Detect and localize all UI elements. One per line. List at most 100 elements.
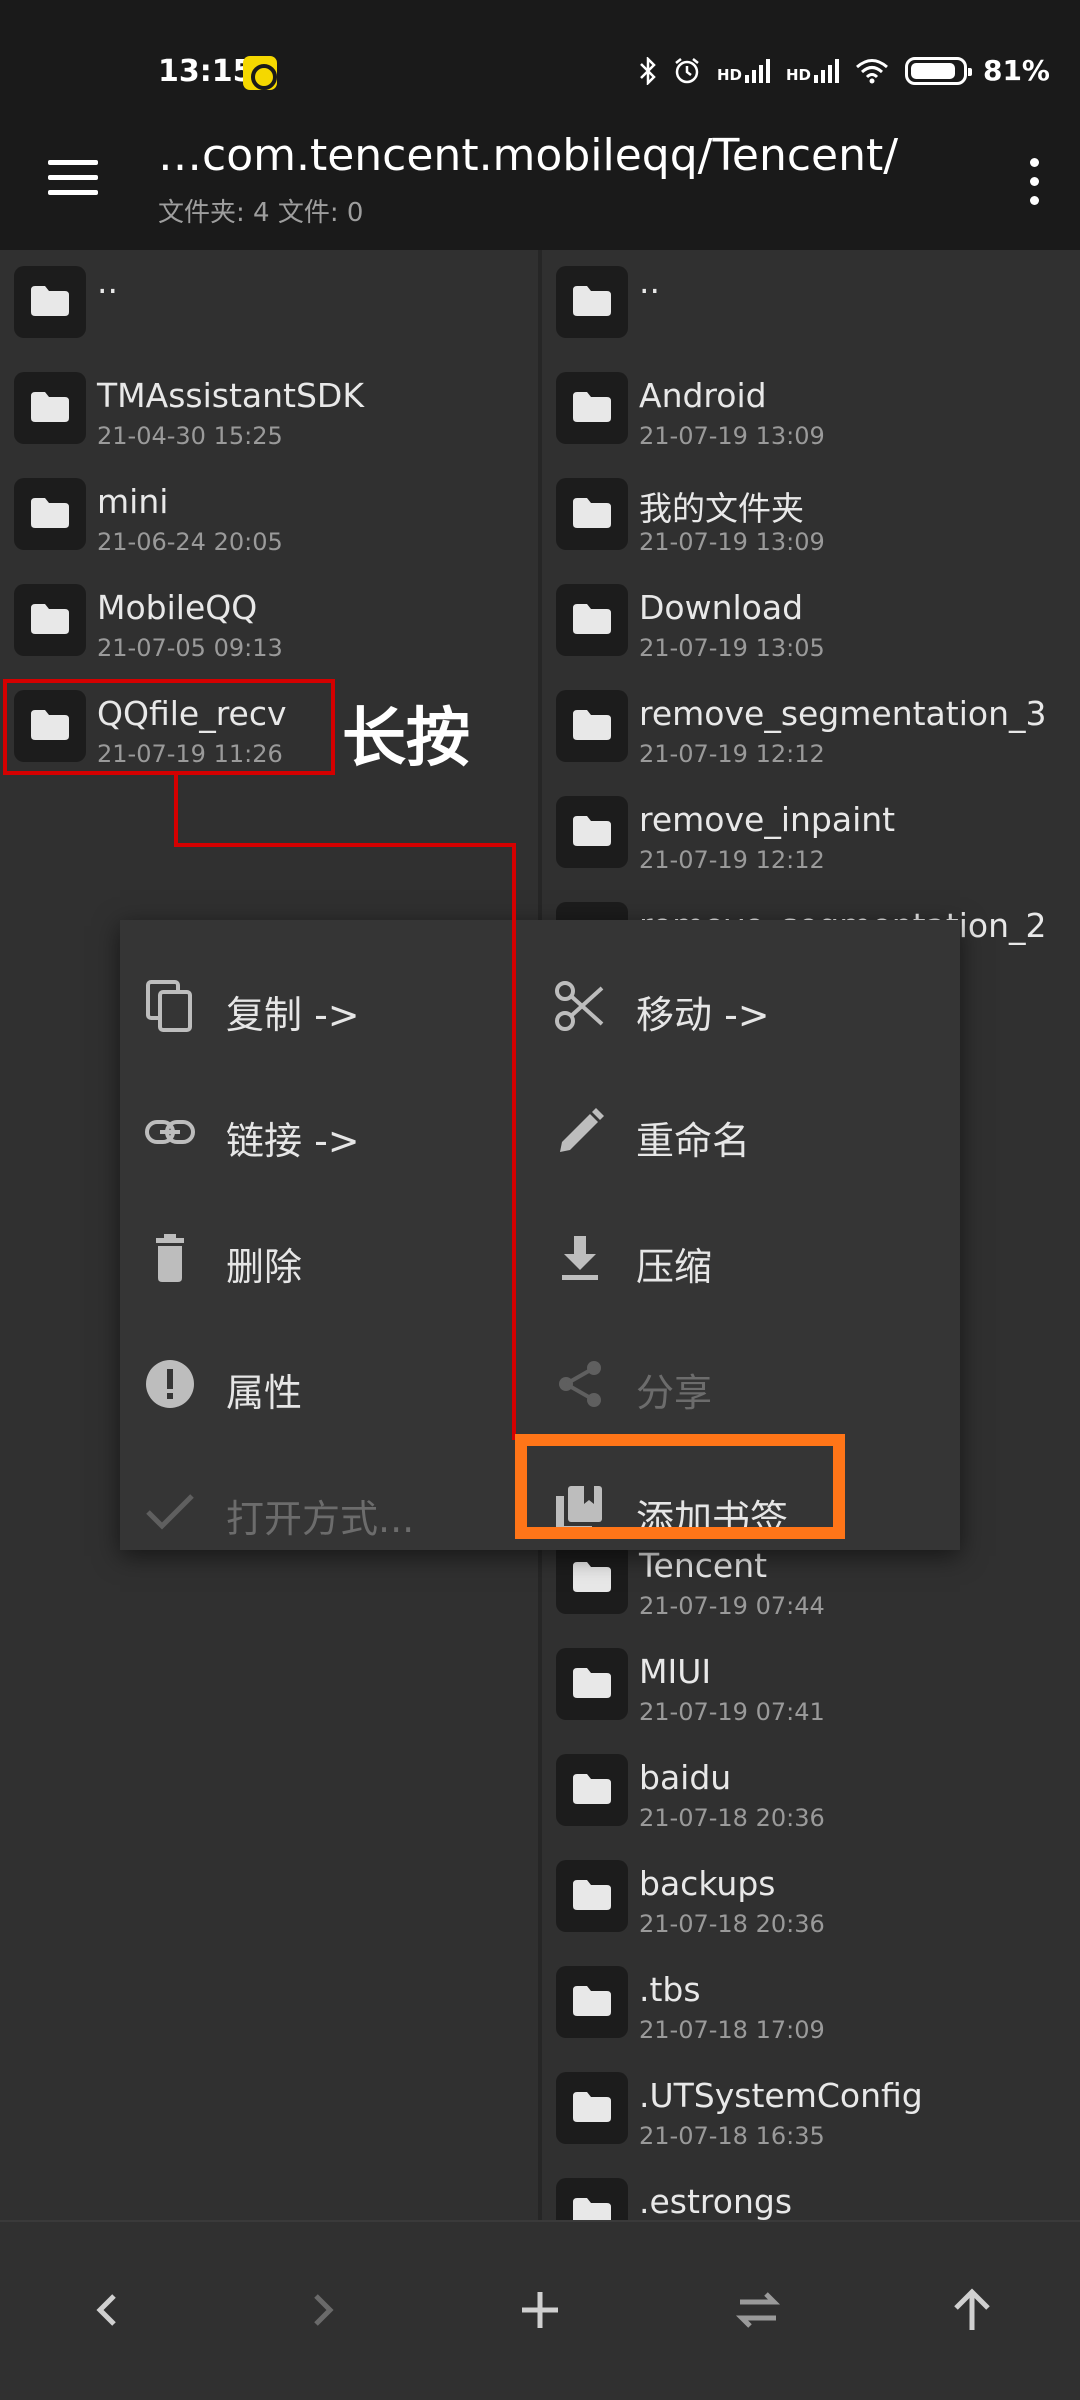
more-options-icon[interactable] [1024, 152, 1044, 212]
current-path[interactable]: …com.tencent.mobileqq/Tencent/ [158, 130, 898, 181]
open-with-menu-item[interactable]: 打开方式... [120, 1454, 520, 1564]
file-name: baidu [639, 1758, 732, 1797]
list-item[interactable]: mini 21-06-24 20:05 [0, 462, 538, 562]
add-bookmark-highlight [515, 1434, 845, 1539]
file-name: MIUI [639, 1652, 712, 1691]
file-date: 21-07-19 12:12 [639, 846, 825, 874]
file-date: 21-07-19 12:12 [639, 740, 825, 768]
file-name: .estrongs [639, 2182, 793, 2220]
annotation-line [512, 843, 516, 1440]
list-item[interactable]: 我的文件夹 21-07-19 13:09 [542, 462, 1080, 562]
hd-label: HD [785, 65, 811, 84]
list-item[interactable]: Android 21-07-19 13:09 [542, 356, 1080, 456]
folder-icon [556, 372, 628, 444]
file-name: mini [97, 482, 169, 521]
file-date: 21-06-24 20:05 [97, 528, 283, 556]
file-name: 我的文件夹 [639, 489, 804, 528]
signal-icon [813, 58, 839, 83]
long-press-label: 长按 [342, 702, 470, 776]
folder-icon [556, 796, 628, 868]
list-item[interactable]: .. [542, 250, 1080, 350]
share-label: 分享 [636, 1371, 713, 1415]
file-name: TMAssistantSDK [97, 376, 364, 415]
file-date: 21-07-18 17:09 [639, 2016, 825, 2044]
folder-icon [14, 478, 86, 550]
share-menu-item[interactable]: 分享 [530, 1328, 930, 1438]
status-time: 13:15 [158, 54, 254, 89]
folder-icon [556, 1754, 628, 1826]
folder-icon [556, 478, 628, 550]
annotation-line [174, 775, 178, 847]
scissors-icon [555, 981, 604, 1031]
properties-label: 属性 [226, 1371, 303, 1415]
file-name: MobileQQ [97, 588, 258, 627]
folder-icon [556, 266, 628, 338]
delete-menu-item[interactable]: 删除 [120, 1202, 520, 1312]
file-date: 21-07-18 16:35 [639, 2122, 825, 2150]
folder-icon [556, 1966, 628, 2038]
folder-icon [556, 584, 628, 656]
list-item[interactable]: .tbs 21-07-18 17:09 [542, 1950, 1080, 2050]
list-item[interactable]: remove_segmentation_3 21-07-19 12:12 [542, 674, 1080, 774]
file-name: backups [639, 1864, 776, 1903]
copy-label: 复制 -> [226, 993, 360, 1037]
list-item[interactable]: MobileQQ 21-07-05 09:13 [0, 568, 538, 668]
check-icon [146, 1494, 194, 1530]
share-icon [559, 1361, 601, 1407]
rename-menu-item[interactable]: 重命名 [530, 1076, 930, 1186]
file-date: 21-07-19 13:05 [639, 634, 825, 662]
folder-icon [14, 372, 86, 444]
file-date: 21-07-19 13:09 [639, 422, 825, 450]
file-date: 21-07-19 07:44 [639, 1592, 825, 1620]
delete-label: 删除 [226, 1245, 303, 1289]
copy-icon [146, 980, 192, 1032]
properties-menu-item[interactable]: 属性 [120, 1328, 520, 1438]
compress-label: 压缩 [636, 1245, 713, 1289]
copy-menu-item[interactable]: 复制 -> [120, 950, 520, 1060]
pencil-icon [560, 1108, 604, 1152]
file-date: 21-07-19 07:41 [639, 1698, 825, 1726]
list-item[interactable]: backups 21-07-18 20:36 [542, 1844, 1080, 1944]
folder-icon [556, 690, 628, 762]
wifi-icon [855, 58, 888, 83]
download-icon [562, 1236, 598, 1280]
folder-icon [556, 2178, 628, 2220]
signal-icon [744, 58, 770, 83]
list-item[interactable]: remove_inpaint 21-07-19 12:12 [542, 780, 1080, 880]
forward-icon[interactable] [292, 2280, 352, 2340]
compress-menu-item[interactable]: 压缩 [530, 1202, 930, 1312]
link-menu-item[interactable]: 链接 -> [120, 1076, 520, 1186]
list-item[interactable]: TMAssistantSDK 21-04-30 15:25 [0, 356, 538, 456]
file-name: remove_inpaint [639, 800, 896, 839]
list-item[interactable]: baidu 21-07-18 20:36 [542, 1738, 1080, 1838]
alarm-icon [675, 57, 699, 83]
list-item[interactable]: .. [0, 250, 538, 350]
move-menu-item[interactable]: 移动 -> [530, 950, 930, 1060]
link-icon [145, 1120, 195, 1144]
back-icon[interactable] [78, 2280, 138, 2340]
open-with-label: 打开方式... [226, 1497, 415, 1541]
file-date: 21-07-18 20:36 [639, 1804, 825, 1832]
file-name: Android [639, 376, 767, 415]
status-bar: 13:15 HD HD 81% [0, 0, 1080, 110]
app-bar: …com.tencent.mobileqq/Tencent/ 文件夹: 4 文件… [0, 110, 1080, 250]
list-item[interactable]: Download 21-07-19 13:05 [542, 568, 1080, 668]
list-item[interactable]: MIUI 21-07-19 07:41 [542, 1632, 1080, 1732]
list-item[interactable]: .estrongs [542, 2162, 1080, 2220]
rename-label: 重命名 [636, 1119, 751, 1163]
file-name: Download [639, 588, 804, 627]
add-icon[interactable] [510, 2280, 570, 2340]
up-directory-icon[interactable] [942, 2280, 1002, 2340]
list-item[interactable]: .UTSystemConfig 21-07-18 16:35 [542, 2056, 1080, 2156]
link-label: 链接 -> [226, 1119, 360, 1163]
menu-icon[interactable] [48, 160, 98, 196]
long-press-highlight [3, 679, 335, 775]
move-label: 移动 -> [636, 993, 770, 1037]
annotation-line [174, 843, 516, 847]
status-icons: HD HD 81% [639, 54, 1050, 87]
folder-icon [556, 2072, 628, 2144]
swap-panels-icon[interactable] [728, 2280, 788, 2340]
folder-icon [556, 1648, 628, 1720]
folder-icon [14, 266, 86, 338]
file-date: 21-04-30 15:25 [97, 422, 283, 450]
